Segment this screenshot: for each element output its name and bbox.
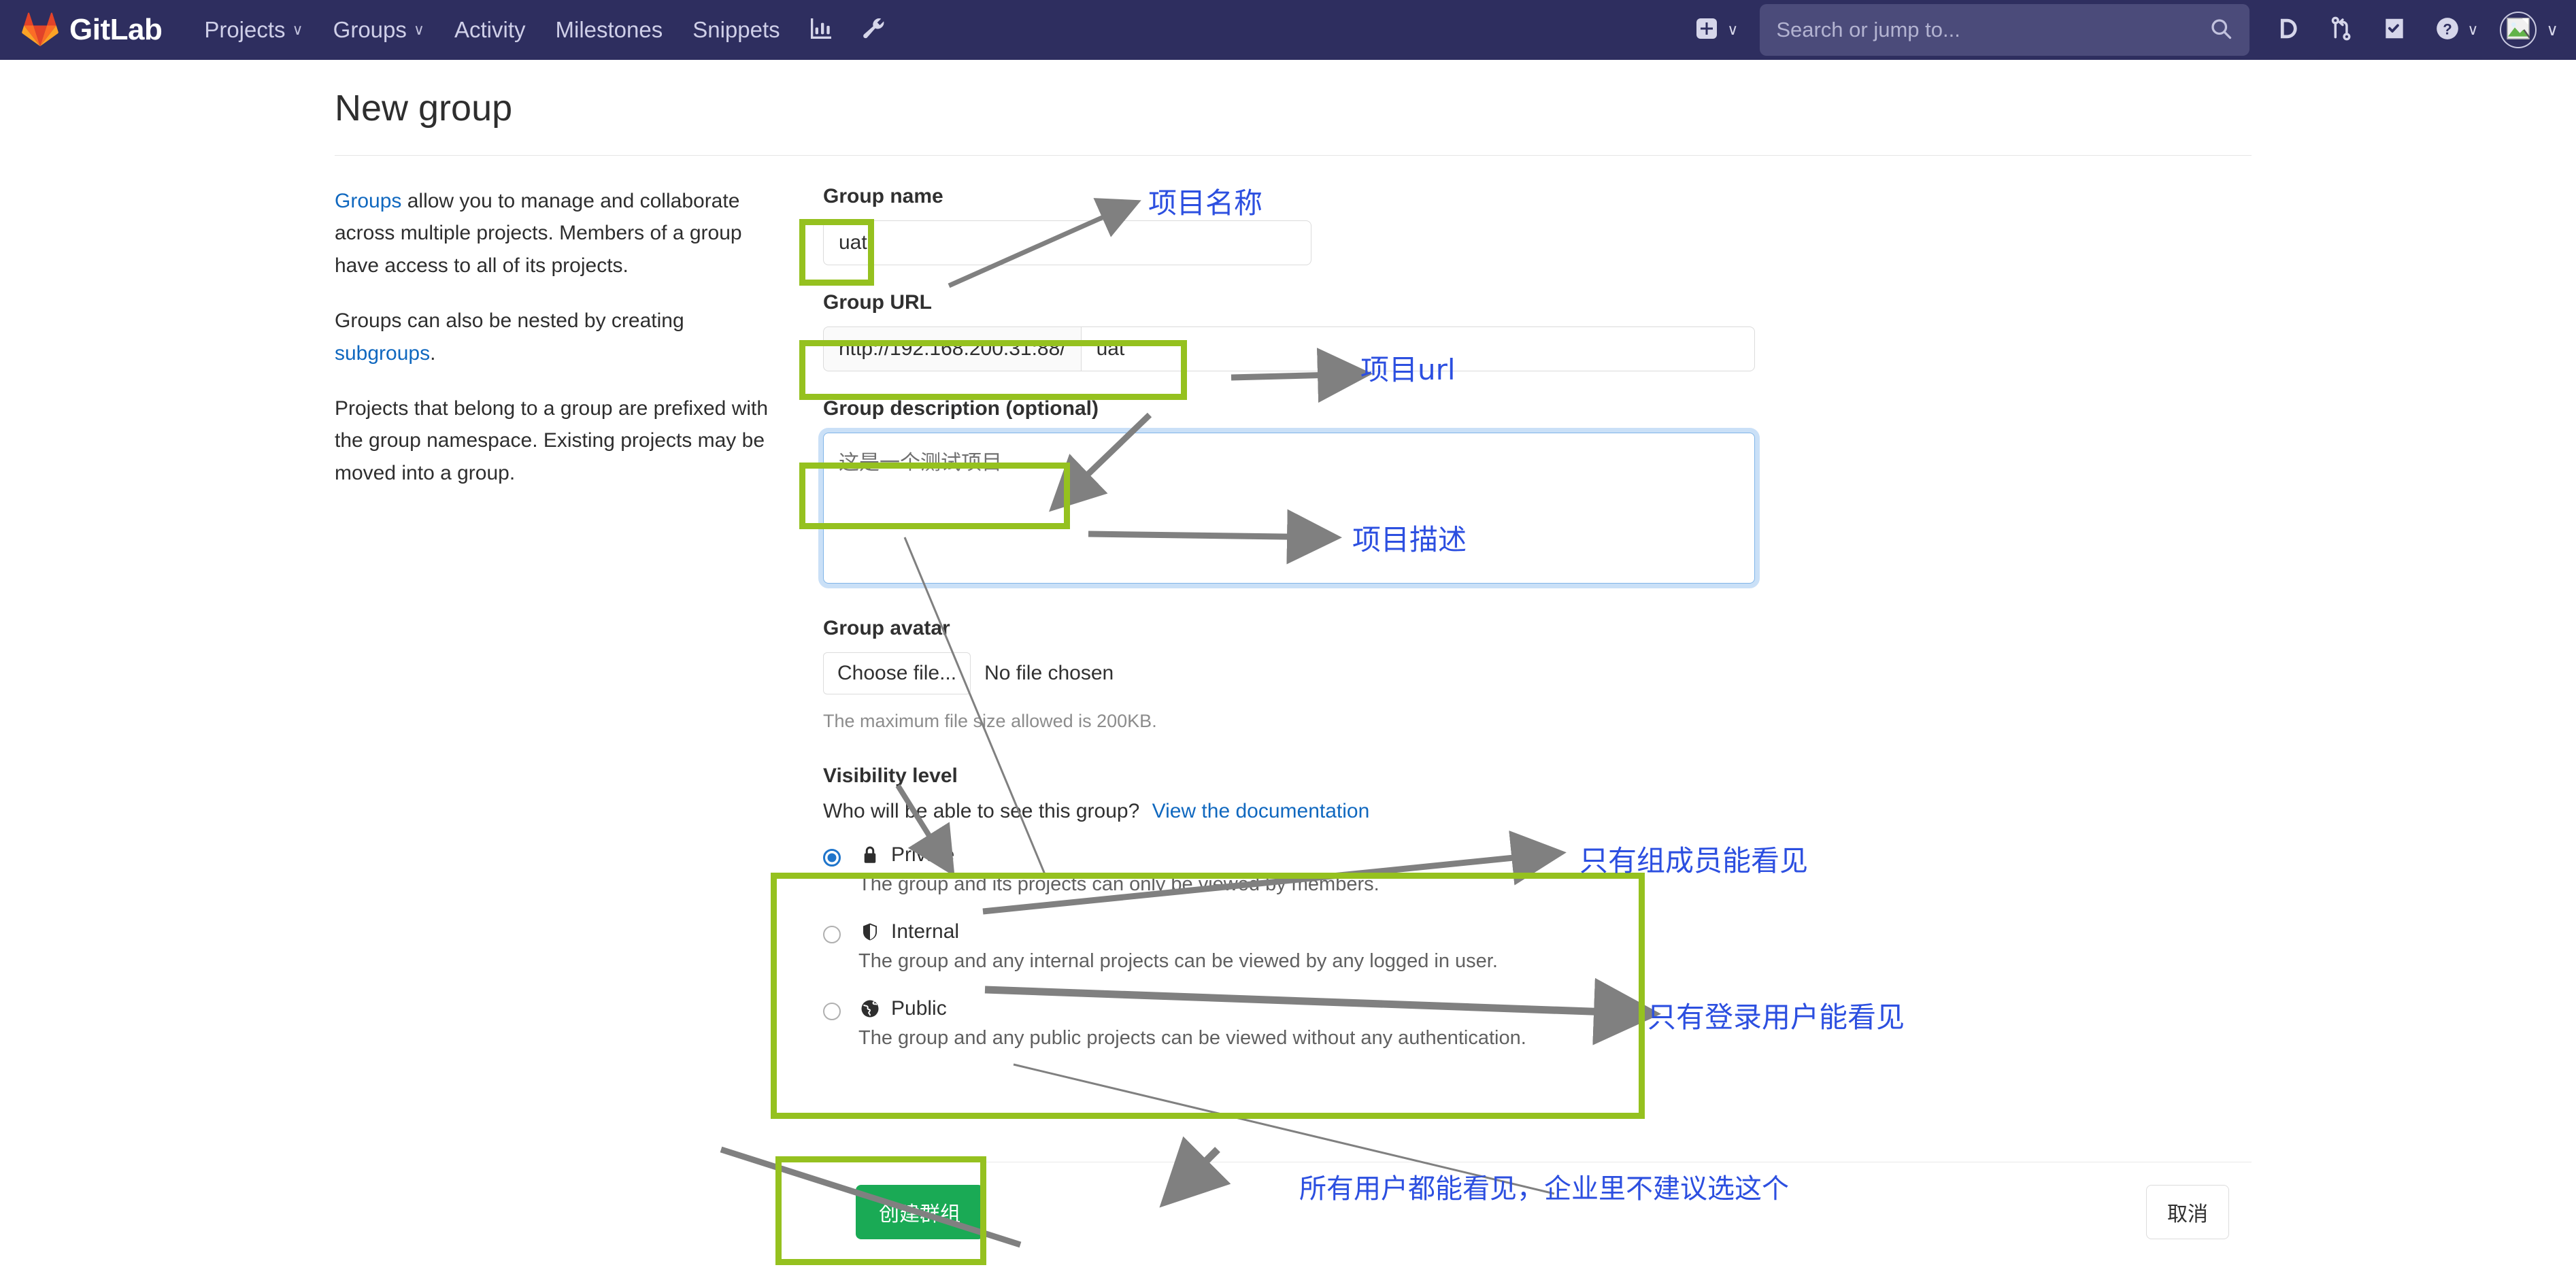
visibility-option-internal[interactable]: Internal The group and any internal proj… [823, 920, 1755, 973]
wrench-icon [859, 15, 886, 46]
nav-item-milestones[interactable]: Milestones [541, 0, 678, 60]
top-navbar: GitLab Projects ∨ Groups ∨ Activity Mile… [0, 0, 2576, 60]
merge-requests-nav-button[interactable] [2315, 16, 2368, 45]
lock-icon [858, 843, 882, 867]
visibility-documentation-link[interactable]: View the documentation [1152, 800, 1370, 822]
visibility-option-public-body: Public The group and any public projects… [858, 997, 1526, 1050]
visibility-options-list: Private The group and its projects can o… [823, 843, 1755, 1050]
nav-item-snippets[interactable]: Snippets [678, 0, 794, 60]
chevron-down-icon: ∨ [292, 21, 303, 38]
intro-column: Groups allow you to manage and collabora… [335, 185, 770, 512]
bar-chart-icon [807, 15, 835, 46]
avatar-file-row: Choose file... No file chosen [823, 652, 1755, 694]
visibility-option-private-desc: The group and its projects can only be v… [858, 873, 1379, 895]
chevron-down-icon: ∨ [2546, 20, 2558, 39]
gitlab-brand-label: GitLab [69, 13, 163, 46]
group-url-label: Group URL [823, 291, 932, 314]
nav-item-activity-label: Activity [454, 17, 526, 42]
choose-file-button[interactable]: Choose file... [823, 652, 971, 694]
navbar-right: ∨ Search or jump to... ? ∨ ∨ [1685, 0, 2576, 60]
radio-private[interactable] [823, 849, 841, 867]
visibility-level-label: Visibility level [823, 765, 958, 787]
group-name-label: Group name [823, 185, 943, 207]
visibility-option-internal-name: Internal [891, 920, 960, 943]
question-circle-icon: ? [2435, 16, 2460, 45]
merge-request-icon [2328, 16, 2354, 45]
admin-area-button[interactable] [847, 0, 899, 60]
visibility-option-public-desc: The group and any public projects can be… [858, 1027, 1526, 1049]
visibility-option-public-name: Public [891, 997, 947, 1020]
no-file-chosen-label: No file chosen [984, 662, 1114, 684]
arrow-public-note [1159, 1136, 1231, 1208]
gitlab-home-link[interactable]: GitLab [22, 12, 163, 48]
radio-internal[interactable] [823, 926, 841, 943]
group-name-input[interactable] [823, 220, 1311, 265]
gitlab-tanuki-logo-icon [22, 12, 58, 48]
intro-paragraph-1: Groups allow you to manage and collabora… [335, 185, 770, 282]
nav-item-groups-label: Groups [333, 17, 407, 42]
new-group-form: Group name Group URL http://192.168.200.… [818, 185, 1760, 1050]
arrow-public-note-tail [1013, 1063, 1555, 1195]
todos-nav-button[interactable] [2368, 16, 2421, 45]
shield-icon [858, 920, 882, 943]
visibility-question-row: Who will be able to see this group? View… [823, 800, 1755, 823]
group-avatar-label: Group avatar [823, 617, 950, 639]
intro-paragraph-2-pre: Groups can also be nested by creating [335, 309, 684, 333]
page-root: GitLab Projects ∨ Groups ∨ Activity Mile… [0, 0, 2576, 1276]
broken-image-avatar-icon [2505, 15, 2532, 46]
nav-item-snippets-label: Snippets [692, 17, 780, 42]
issues-nav-button[interactable] [2262, 16, 2315, 45]
search-icon[interactable] [2209, 16, 2233, 44]
help-nav-button[interactable]: ? ∨ [2421, 16, 2492, 45]
cancel-button[interactable]: 取消 [2146, 1185, 2229, 1239]
visibility-option-internal-head: Internal [858, 920, 1498, 943]
group-url-input[interactable] [1080, 326, 1755, 371]
intro-paragraph-2: Groups can also be nested by creating su… [335, 305, 770, 369]
todo-check-icon [2381, 16, 2407, 45]
intro-paragraph-3: Projects that belong to a group are pref… [335, 397, 769, 484]
group-url-prefix: http://192.168.200.31:88/ [823, 326, 1081, 371]
group-url-group: http://192.168.200.31:88/ [823, 326, 1755, 371]
visibility-option-private-head: Private [858, 843, 1379, 867]
title-divider [335, 155, 2252, 156]
navbar-left: GitLab Projects ∨ Groups ∨ Activity Mile… [0, 0, 899, 60]
annotation-public: 所有用户都能看见，企业里不建议选这个 [1299, 1173, 1789, 1205]
global-search-box[interactable] [1760, 4, 2250, 56]
nav-item-milestones-label: Milestones [555, 17, 663, 42]
visibility-option-public-head: Public [858, 997, 1526, 1020]
radio-public[interactable] [823, 1003, 841, 1020]
visibility-option-private-body: Private The group and its projects can o… [858, 843, 1379, 896]
visibility-option-private[interactable]: Private The group and its projects can o… [823, 843, 1755, 896]
analytics-nav-button[interactable] [795, 0, 847, 60]
create-group-button[interactable]: 创建群组 [856, 1185, 984, 1239]
issues-icon [2275, 16, 2301, 45]
search-input[interactable] [1776, 18, 2209, 42]
chevron-down-icon: ∨ [413, 21, 424, 38]
visibility-option-internal-body: Internal The group and any internal proj… [858, 920, 1498, 973]
nav-item-projects-label: Projects [204, 17, 286, 42]
visibility-question-text: Who will be able to see this group? [823, 800, 1140, 822]
nav-item-projects[interactable]: Projects ∨ [189, 0, 318, 60]
intro-paragraph-2-post: . [430, 341, 436, 365]
visibility-option-internal-desc: The group and any internal projects can … [858, 950, 1498, 972]
chevron-down-icon: ∨ [2467, 21, 2479, 38]
plus-square-icon [1694, 16, 1719, 44]
new-item-button[interactable]: ∨ [1685, 16, 1747, 44]
subgroups-doc-link[interactable]: subgroups [335, 342, 430, 365]
user-menu-button[interactable]: ∨ [2492, 12, 2558, 48]
page-title: New group [335, 88, 513, 129]
visibility-option-public[interactable]: Public The group and any public projects… [823, 997, 1755, 1050]
chevron-down-icon: ∨ [1727, 21, 1739, 38]
svg-text:?: ? [2443, 20, 2453, 37]
avatar-size-hint: The maximum file size allowed is 200KB. [823, 711, 1157, 731]
groups-doc-link[interactable]: Groups [335, 190, 401, 212]
visibility-option-private-name: Private [891, 843, 955, 866]
nav-item-groups[interactable]: Groups ∨ [318, 0, 439, 60]
globe-icon [858, 997, 882, 1020]
arrow-public-spacer [1170, 1156, 1585, 1187]
group-description-textarea[interactable] [818, 428, 1760, 588]
avatar [2500, 12, 2537, 48]
group-description-label: Group description (optional) [823, 397, 1099, 420]
nav-item-activity[interactable]: Activity [439, 0, 541, 60]
